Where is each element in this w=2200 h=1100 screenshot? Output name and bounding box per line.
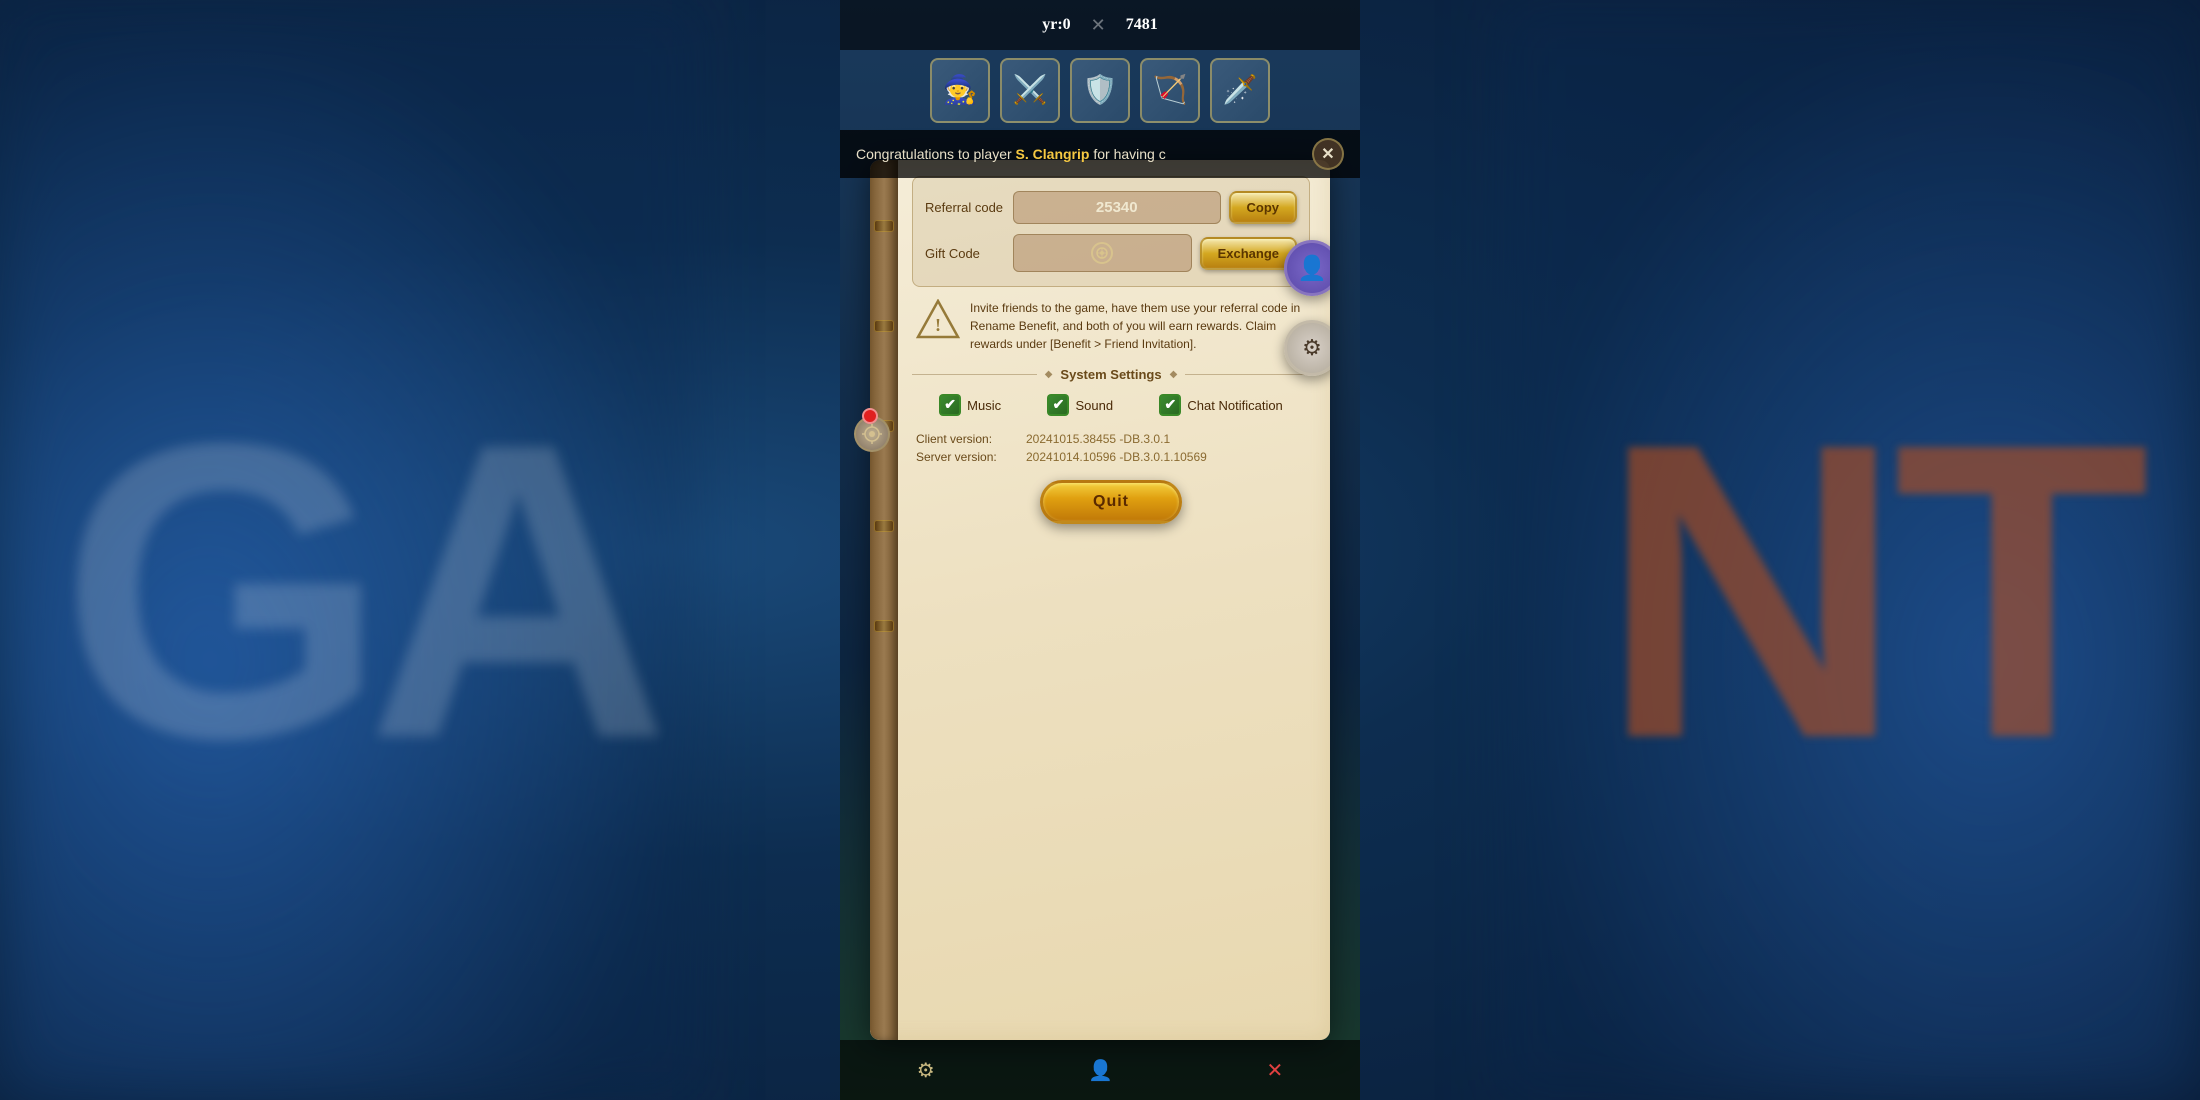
music-checkbox-item[interactable]: ✔ Music xyxy=(939,394,1001,416)
sound-checkbox-item[interactable]: ✔ Sound xyxy=(1047,394,1113,416)
profile-icon: 👤 xyxy=(1297,254,1327,283)
bottom-close-icon: ✕ xyxy=(1266,1058,1283,1083)
exchange-button[interactable]: Exchange xyxy=(1200,237,1297,270)
quit-button-wrapper: Quit xyxy=(912,480,1310,524)
gift-code-input[interactable] xyxy=(1013,234,1192,272)
warning-icon: ! xyxy=(916,299,960,339)
panel-content: Referral code 25340 Copy Gift Code xyxy=(900,160,1322,1040)
bottom-profile-button[interactable]: 👤 xyxy=(1088,1058,1113,1083)
client-version-row: Client version: 20241015.38455 -DB.3.0.1 xyxy=(916,432,1306,446)
system-settings-divider: ◆ System Settings ◆ xyxy=(912,367,1310,382)
divider-diamond-left: ◆ xyxy=(1045,369,1053,380)
gift-code-label: Gift Code xyxy=(925,246,1005,261)
server-version-label: Server version: xyxy=(916,450,1016,464)
bg-text-nt: NT xyxy=(1600,350,2140,833)
settings-icon: ⚙ xyxy=(1302,335,1322,361)
server-version-row: Server version: 20241014.10596 -DB.3.0.1… xyxy=(916,450,1306,464)
bottom-settings-button[interactable]: ⚙ xyxy=(917,1058,935,1083)
copy-button[interactable]: Copy xyxy=(1229,191,1298,224)
character-row: 🧙 ⚔️ 🛡️ 🏹 🗡️ xyxy=(840,50,1360,130)
char-icon-2[interactable]: ⚔️ xyxy=(1000,58,1060,123)
char-icon-3[interactable]: 🛡️ xyxy=(1070,58,1130,123)
sound-label: Sound xyxy=(1075,398,1113,413)
spine-ring-4 xyxy=(874,520,894,532)
sound-checkbox-icon[interactable]: ✔ xyxy=(1047,394,1069,416)
music-label: Music xyxy=(967,398,1001,413)
chat-notif-checkbox-icon[interactable]: ✔ xyxy=(1159,394,1181,416)
spine-ring-5 xyxy=(874,620,894,632)
divider-right-line xyxy=(1185,374,1310,375)
divider-left-line xyxy=(912,374,1037,375)
music-checkbox-icon[interactable]: ✔ xyxy=(939,394,961,416)
spine-ring-1 xyxy=(874,220,894,232)
gift-code-row: Gift Code Exchange xyxy=(925,234,1297,272)
info-section: ! Invite friends to the game, have them … xyxy=(912,299,1310,353)
info-text: Invite friends to the game, have them us… xyxy=(970,299,1306,353)
book-spine xyxy=(870,160,898,1040)
game-top-bar: yr:0 ✕ 7481 xyxy=(840,0,1360,50)
bottom-settings-icon: ⚙ xyxy=(917,1058,935,1083)
divider-diamond-right: ◆ xyxy=(1170,369,1178,380)
chat-notif-checkbox-item[interactable]: ✔ Chat Notification xyxy=(1159,394,1282,416)
checkboxes-row: ✔ Music ✔ Sound ✔ Chat Notification xyxy=(912,394,1310,416)
game-bottom-bar: ⚙ 👤 ✕ xyxy=(840,1040,1360,1100)
game-window: yr:0 ✕ 7481 🧙 ⚔️ 🛡️ 🏹 🗡️ Congratulations… xyxy=(840,0,1360,1100)
char-icon-1[interactable]: 🧙 xyxy=(930,58,990,123)
quit-button[interactable]: Quit xyxy=(1040,480,1182,524)
spine-ring-2 xyxy=(874,320,894,332)
referral-input: 25340 xyxy=(1013,191,1221,224)
svg-text:!: ! xyxy=(935,315,941,335)
notification-text: Congratulations to player S. Clangrip fo… xyxy=(856,146,1166,162)
bg-text-ga: GA xyxy=(60,350,650,833)
referral-row: Referral code 25340 Copy xyxy=(925,191,1297,224)
gift-icon xyxy=(1091,242,1113,264)
client-version-label: Client version: xyxy=(916,432,1016,446)
client-version-value: 20241015.38455 -DB.3.0.1 xyxy=(1026,432,1170,446)
stat-gold: 7481 xyxy=(1126,16,1158,34)
notif-player: S. Clangrip xyxy=(1016,146,1090,162)
bottom-profile-icon: 👤 xyxy=(1088,1058,1113,1083)
main-panel: Referral code 25340 Copy Gift Code xyxy=(870,160,1330,1040)
referral-section: Referral code 25340 Copy Gift Code xyxy=(912,176,1310,287)
bottom-close-button[interactable]: ✕ xyxy=(1266,1058,1283,1083)
stat-yr: yr:0 xyxy=(1042,16,1070,34)
chat-notif-label: Chat Notification xyxy=(1187,398,1282,413)
notification-banner: Congratulations to player S. Clangrip fo… xyxy=(840,130,1360,178)
stat-divider: ✕ xyxy=(1091,15,1106,36)
server-version-value: 20241014.10596 -DB.3.0.1.10569 xyxy=(1026,450,1207,464)
notification-close-button[interactable]: ✕ xyxy=(1312,138,1344,170)
system-settings-label: System Settings xyxy=(1060,367,1161,382)
referral-label: Referral code xyxy=(925,200,1005,215)
char-icon-4[interactable]: 🏹 xyxy=(1140,58,1200,123)
stat-yr-label: yr:0 xyxy=(1042,16,1070,34)
char-icon-5[interactable]: 🗡️ xyxy=(1210,58,1270,123)
notif-suffix: for having c xyxy=(1089,146,1165,162)
notif-prefix: Congratulations to player xyxy=(856,146,1016,162)
notification-red-dot xyxy=(862,408,878,424)
version-info: Client version: 20241015.38455 -DB.3.0.1… xyxy=(912,432,1310,464)
